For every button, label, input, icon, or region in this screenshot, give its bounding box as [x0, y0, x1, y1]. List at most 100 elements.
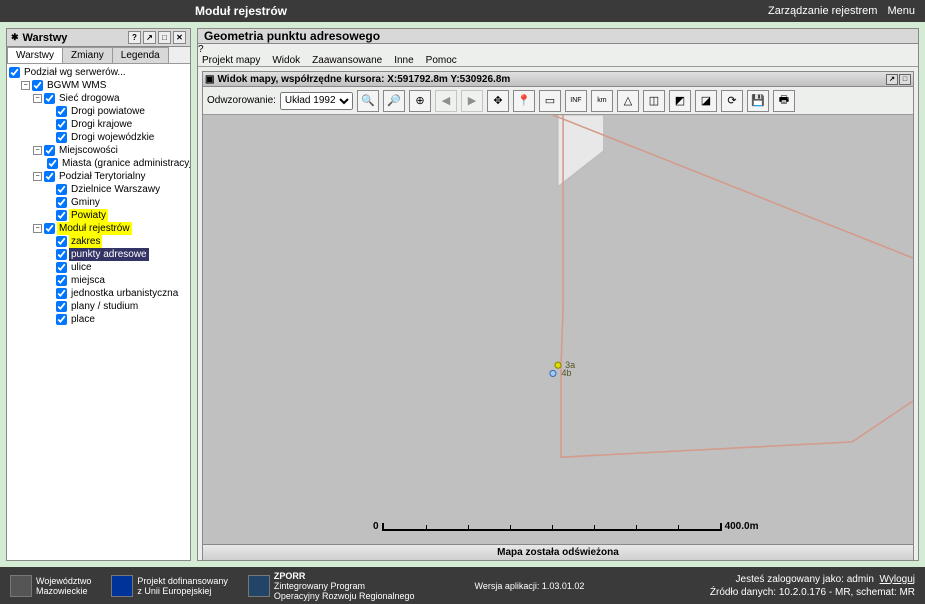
- tree-gminy[interactable]: Gminy: [9, 196, 188, 209]
- help-icon[interactable]: ?: [198, 44, 918, 55]
- cb-siec[interactable]: [44, 93, 55, 104]
- zoom-in-icon[interactable]: 🔍: [357, 90, 379, 112]
- tree-zakres[interactable]: zakres: [9, 235, 188, 248]
- scale-bar: 0 400.0m: [373, 521, 758, 532]
- cb-miejsca[interactable]: [56, 275, 67, 286]
- cb-root[interactable]: [9, 67, 20, 78]
- tree-miasta[interactable]: Miasta (granice administracyjne): [9, 157, 188, 170]
- cb-ulice[interactable]: [56, 262, 67, 273]
- app-title: Moduł rejestrów: [195, 4, 287, 18]
- cb-bgwm[interactable]: [32, 80, 43, 91]
- maximize-icon[interactable]: □: [158, 31, 171, 44]
- expander-modul[interactable]: −: [33, 224, 42, 233]
- projection-select[interactable]: Układ 1992: [280, 92, 353, 110]
- tree-ulice[interactable]: ulice: [9, 261, 188, 274]
- cb-plany[interactable]: [56, 301, 67, 312]
- zoom-prev-icon[interactable]: ◀: [435, 90, 457, 112]
- cb-modul[interactable]: [44, 223, 55, 234]
- map-toolbar: Odwzorowanie: Układ 1992 🔍 🔎 ⊕ ◀ ▶ ✥ 📍 ▭…: [203, 87, 913, 115]
- tree-drogi-p[interactable]: Drogi powiatowe: [9, 105, 188, 118]
- tree-jednostka[interactable]: jednostka urbanistyczna: [9, 287, 188, 300]
- zoom-next-icon[interactable]: ▶: [461, 90, 483, 112]
- cb-drogi-k[interactable]: [56, 119, 67, 130]
- tree-podzial[interactable]: −Podział Terytorialny: [9, 170, 188, 183]
- pan-icon[interactable]: ✥: [487, 90, 509, 112]
- expander-siec[interactable]: −: [33, 94, 42, 103]
- gear-icon: ✱: [11, 32, 19, 43]
- cb-podzial[interactable]: [44, 171, 55, 182]
- zoom-out-icon[interactable]: 🔎: [383, 90, 405, 112]
- tab-legenda[interactable]: Legenda: [112, 47, 169, 63]
- tree-modul[interactable]: −Moduł rejestrów: [9, 222, 188, 235]
- menu-projekt[interactable]: Projekt mapy: [202, 55, 260, 66]
- scale-line: [382, 523, 722, 531]
- map-canvas[interactable]: 3a 4b 0 400.0m: [203, 115, 913, 544]
- layers-tabs: Warstwy Zmiany Legenda: [7, 47, 190, 64]
- refresh-icon[interactable]: ⟳: [721, 90, 743, 112]
- cb-gminy[interactable]: [56, 197, 67, 208]
- tree-drogi-k[interactable]: Drogi krajowe: [9, 118, 188, 131]
- cb-miejsc[interactable]: [44, 145, 55, 156]
- menu-inne[interactable]: Inne: [394, 55, 413, 66]
- footer-zporr3: Operacyjny Rozwoju Regionalnego: [274, 591, 415, 601]
- select-point-icon[interactable]: 📍: [513, 90, 535, 112]
- tree-miejsc[interactable]: −Miejscowości: [9, 144, 188, 157]
- tool-b-icon[interactable]: ◩: [669, 90, 691, 112]
- print-icon[interactable]: 🖶: [773, 90, 795, 112]
- panel-header-icons: ? ↗ □ ✕: [128, 31, 186, 44]
- tree-bgwm[interactable]: −BGWM WMS: [9, 79, 188, 92]
- close-icon[interactable]: ✕: [173, 31, 186, 44]
- expander-podzial[interactable]: −: [33, 172, 42, 181]
- tool-a-icon[interactable]: ◫: [643, 90, 665, 112]
- expander-bgwm[interactable]: −: [21, 81, 30, 90]
- cb-zakres[interactable]: [56, 236, 67, 247]
- expander-miejsc[interactable]: −: [33, 146, 42, 155]
- cb-drogi-w[interactable]: [56, 132, 67, 143]
- tab-warstwy[interactable]: Warstwy: [7, 47, 63, 63]
- cb-drogi-p[interactable]: [56, 106, 67, 117]
- tree-siec[interactable]: −Sieć drogowa: [9, 92, 188, 105]
- footer-woj1: Województwo: [36, 576, 91, 586]
- tree-root[interactable]: Podział wg serwerów...: [9, 66, 188, 79]
- link-manage[interactable]: Zarządzanie rejestrem: [768, 5, 877, 17]
- footer-woj2: Mazowieckie: [36, 586, 91, 596]
- cb-dzielnice[interactable]: [56, 184, 67, 195]
- zoom-extent-icon[interactable]: ⊕: [409, 90, 431, 112]
- measure-dist-icon[interactable]: km: [591, 90, 613, 112]
- cb-miasta[interactable]: [47, 158, 58, 169]
- footer-ue: Projekt dofinansowanyz Unii Europejskiej: [111, 575, 228, 597]
- tree-miejsca[interactable]: miejsca: [9, 274, 188, 287]
- footer-version: Wersja aplikacji: 1.03.01.02: [475, 581, 585, 591]
- cb-jednostka[interactable]: [56, 288, 67, 299]
- tool-c-icon[interactable]: ◪: [695, 90, 717, 112]
- tree-dzielnice[interactable]: Dzielnice Warszawy: [9, 183, 188, 196]
- cb-punkty[interactable]: [56, 249, 67, 260]
- link-menu[interactable]: Menu: [887, 5, 915, 17]
- save-icon[interactable]: 💾: [747, 90, 769, 112]
- tab-zmiany[interactable]: Zmiany: [62, 47, 113, 63]
- logout-link[interactable]: Wyloguj: [880, 574, 915, 585]
- help-icon[interactable]: ?: [128, 31, 141, 44]
- tree-powiaty[interactable]: Powiaty: [9, 209, 188, 222]
- menu-pomoc[interactable]: Pomoc: [426, 55, 457, 66]
- map-status-text: Mapa została odświeżona: [497, 547, 619, 558]
- measure-area-icon[interactable]: △: [617, 90, 639, 112]
- cb-powiaty[interactable]: [56, 210, 67, 221]
- point-label-4b: 4b: [562, 368, 572, 378]
- detach-icon[interactable]: ↗: [143, 31, 156, 44]
- maximize-icon[interactable]: □: [899, 74, 911, 85]
- tree-plany[interactable]: plany / studium: [9, 300, 188, 313]
- tree-drogi-w[interactable]: Drogi wojewódzkie: [9, 131, 188, 144]
- tree-place[interactable]: place: [9, 313, 188, 326]
- cb-place[interactable]: [56, 314, 67, 325]
- map-title-bar: ▣ Widok mapy, współrzędne kursora: X:591…: [203, 72, 913, 87]
- menu-widok[interactable]: Widok: [272, 55, 300, 66]
- menu-zaawansowane[interactable]: Zaawansowane: [312, 55, 382, 66]
- detach-icon[interactable]: ↗: [886, 74, 898, 85]
- coat-of-arms-icon: [10, 575, 32, 597]
- select-rect-icon[interactable]: ▭: [539, 90, 561, 112]
- main-area: ✱ Warstwy ? ↗ □ ✕ Warstwy Zmiany Legenda…: [0, 22, 925, 567]
- layers-tree: Podział wg serwerów... −BGWM WMS −Sieć d…: [7, 64, 190, 560]
- info-icon[interactable]: INF: [565, 90, 587, 112]
- tree-punkty[interactable]: punkty adresowe: [9, 248, 188, 261]
